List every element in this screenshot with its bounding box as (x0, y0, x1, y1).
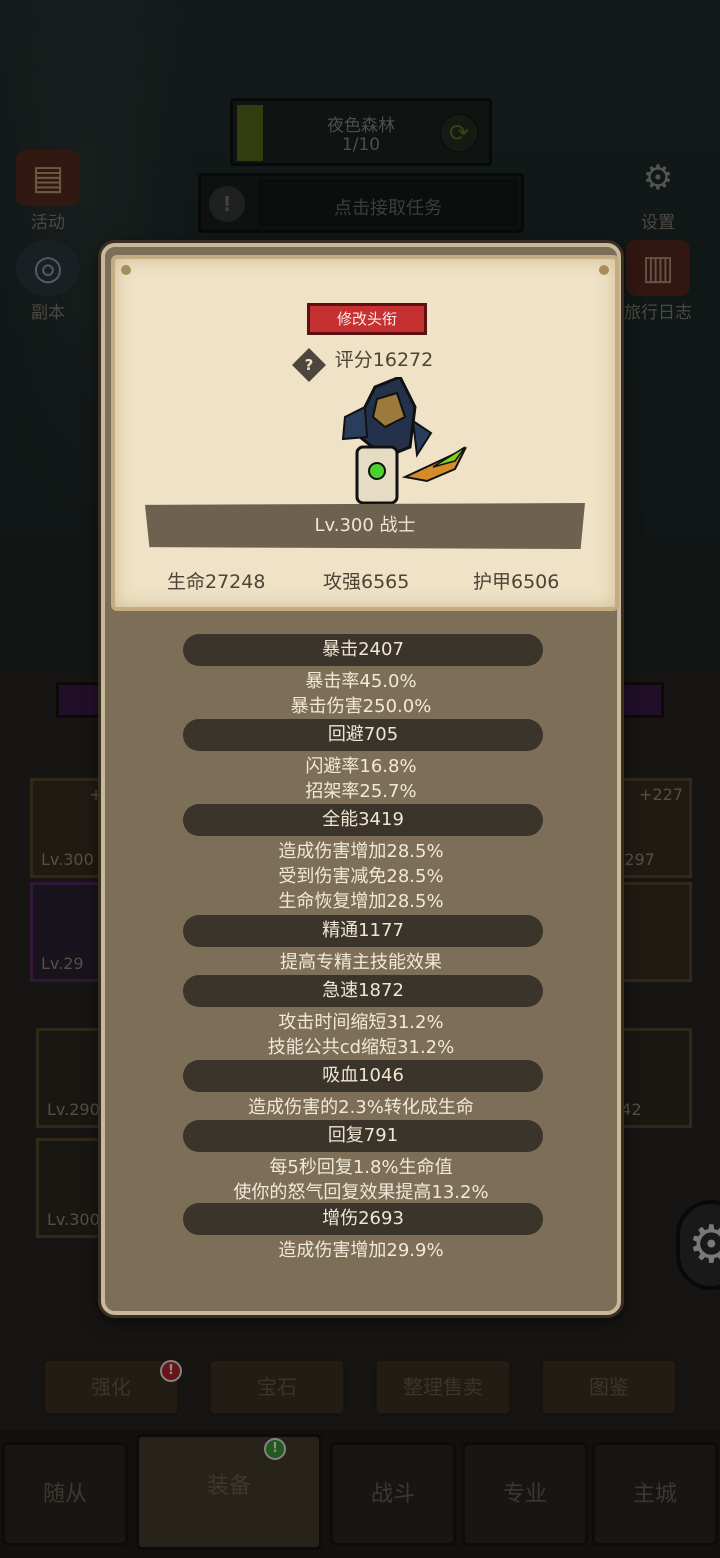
stat-detail: 提高专精主技能效果 (280, 952, 442, 973)
haste-header: 急速1872 (183, 975, 543, 1007)
stat-detail: 造成伤害增加28.5% (278, 841, 444, 862)
dodge-header: 回避705 (183, 719, 543, 751)
character-card: 修改头衔 ? 评分16272 Lv.300 战士 生命27248 攻强6565 护… (111, 255, 619, 611)
lifesteal-header: 吸血1046 (183, 1060, 543, 1092)
stat-detail: 攻击时间缩短31.2% (278, 1012, 444, 1033)
stat-detail: 闪避率16.8% (305, 756, 417, 777)
stat-detail: 暴击率45.0% (305, 671, 417, 692)
damage-bonus-header: 增伤2693 (183, 1203, 543, 1235)
score-text: 评分16272 (334, 349, 434, 371)
stat-detail: 每5秒回复1.8%生命值 (269, 1157, 453, 1178)
stat-detail: 生命恢复增加28.5% (278, 891, 444, 912)
level-class-banner: Lv.300 战士 (145, 503, 585, 549)
warrior-portrait (341, 377, 468, 505)
regen-header: 回复791 (183, 1120, 543, 1152)
mastery-header: 精通1177 (183, 915, 543, 947)
crit-header: 暴击2407 (183, 634, 543, 666)
armor-stat: 护甲6506 (473, 571, 560, 593)
card-rivet (121, 265, 131, 275)
stat-detail: 受到伤害减免28.5% (278, 866, 444, 887)
stat-detail: 造成伤害的2.3%转化成生命 (248, 1097, 474, 1118)
attack-stat: 攻强6565 (323, 571, 410, 593)
stat-detail: 技能公共cd缩短31.2% (267, 1037, 455, 1058)
stat-detail: 招架率25.7% (305, 781, 417, 802)
stat-detail: 暴击伤害250.0% (290, 696, 432, 717)
hp-stat: 生命27248 (167, 571, 266, 593)
card-rivet (599, 265, 609, 275)
stat-detail: 造成伤害增加29.9% (278, 1240, 444, 1261)
character-stats-panel: 修改头衔 ? 评分16272 Lv.300 战士 生命27248 攻强6565 护… (101, 243, 621, 1315)
change-title-button[interactable]: 修改头衔 (307, 303, 427, 335)
score-row: ? 评分16272 (115, 345, 615, 382)
versatility-header: 全能3419 (183, 804, 543, 836)
stat-detail: 使你的怒气回复效果提高13.2% (233, 1182, 489, 1203)
